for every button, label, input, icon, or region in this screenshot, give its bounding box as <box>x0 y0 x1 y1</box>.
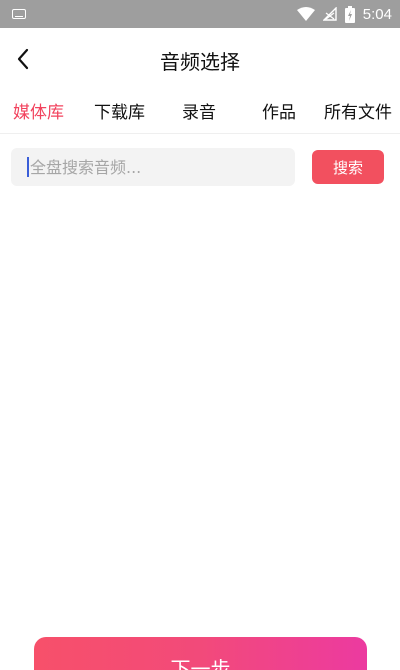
tab-media-library[interactable]: 媒体库 <box>13 98 64 123</box>
text-caret <box>27 157 29 177</box>
tab-bar: 媒体库 下载库 录音 作品 所有文件 <box>0 88 400 134</box>
tab-all-files[interactable]: 所有文件 <box>324 98 392 123</box>
header: 音频选择 <box>0 28 400 88</box>
tab-recordings[interactable]: 录音 <box>182 98 216 123</box>
wifi-icon <box>296 7 315 21</box>
audio-list <box>0 196 400 626</box>
keyboard-icon <box>12 9 26 19</box>
search-button[interactable]: 搜索 <box>312 150 384 184</box>
next-step-button[interactable]: 下一步 <box>34 637 367 670</box>
tab-works[interactable]: 作品 <box>262 98 296 123</box>
status-time: 5:04 <box>362 5 392 23</box>
search-input[interactable] <box>30 157 280 177</box>
tab-downloads[interactable]: 下载库 <box>94 98 145 123</box>
no-signal-icon <box>322 7 337 21</box>
page-title: 音频选择 <box>160 50 240 74</box>
status-icons: 5:04 <box>296 0 392 28</box>
status-bar: 5:04 <box>0 0 400 28</box>
battery-charging-icon <box>344 5 355 23</box>
search-box <box>11 148 295 186</box>
